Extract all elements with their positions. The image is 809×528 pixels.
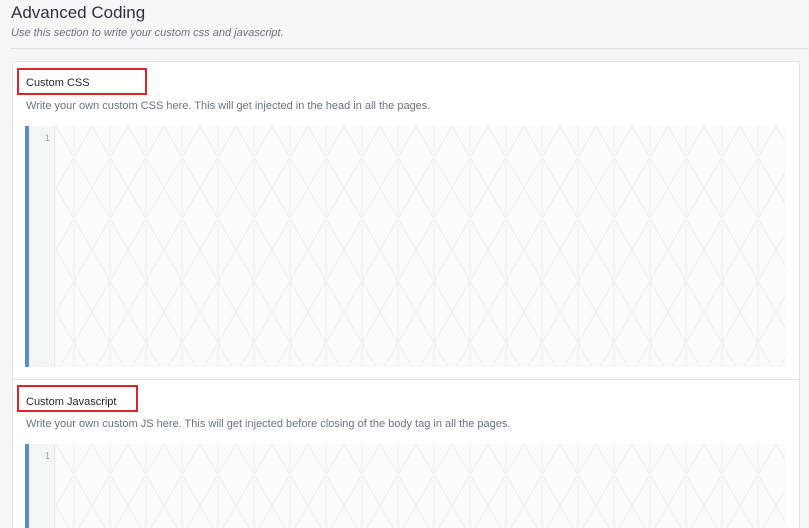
custom-css-description: Write your own custom CSS here. This wil… — [26, 100, 431, 112]
custom-javascript-editor-gutter: 1 — [29, 444, 55, 528]
page-title: Advanced Coding — [11, 3, 146, 22]
custom-javascript-editor[interactable]: 1 — [25, 444, 785, 528]
custom-javascript-line-number: 1 — [44, 452, 50, 462]
custom-javascript-code-area[interactable] — [56, 444, 785, 528]
advanced-coding-card: Custom CSS Write your own custom CSS her… — [12, 61, 800, 528]
custom-css-line-number: 1 — [44, 134, 50, 144]
custom-css-code-area[interactable] — [56, 126, 785, 367]
header-divider — [11, 48, 809, 49]
section-divider — [13, 379, 799, 380]
page-subtitle: Use this section to write your custom cs… — [11, 27, 284, 39]
custom-javascript-editor-grid-pattern — [56, 444, 785, 528]
custom-css-editor-gutter: 1 — [29, 126, 55, 367]
custom-javascript-description: Write your own custom JS here. This will… — [26, 418, 511, 430]
custom-css-editor[interactable]: 1 — [25, 126, 785, 367]
custom-css-label: Custom CSS — [26, 77, 90, 89]
custom-css-editor-grid-pattern — [56, 126, 785, 367]
custom-javascript-label: Custom Javascript — [26, 396, 117, 408]
